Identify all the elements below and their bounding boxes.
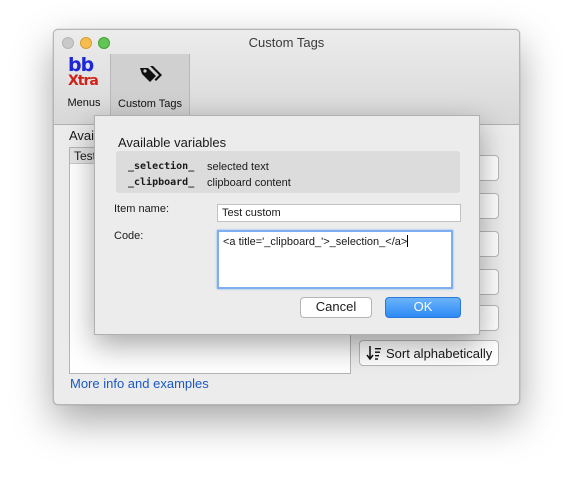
text-caret [407, 235, 409, 247]
sort-alphabetically-button[interactable]: Sort alphabetically [359, 340, 499, 366]
item-name-field[interactable]: Test custom [217, 204, 461, 222]
more-info-link[interactable]: More info and examples [70, 376, 209, 391]
available-variables-heading: Available variables [118, 135, 227, 150]
code-label: Code: [114, 230, 144, 242]
available-tags-label: Avail [69, 128, 97, 143]
cancel-button[interactable]: Cancel [300, 297, 372, 318]
title-bar: Custom Tags bb Xtra Menus Custom Tags [54, 30, 519, 125]
item-name-value: Test custom [222, 207, 281, 219]
toolbar-custom-tags-label: Custom Tags [118, 98, 182, 110]
edit-tag-dialog: Available variables _selection_ selected… [94, 115, 480, 335]
window-title: Custom Tags [248, 35, 325, 50]
tag-icon [140, 66, 162, 82]
sort-icon [366, 346, 381, 361]
variable-name: _clipboard_ [128, 177, 195, 188]
toolbar-menus-label: Menus [67, 97, 101, 109]
variable-description: clipboard content [207, 177, 291, 189]
bbxtra-logo-icon: bb Xtra [68, 54, 108, 94]
variable-description: selected text [207, 161, 269, 173]
variables-box: _selection_ selected text _clipboard_ cl… [116, 151, 460, 193]
toolbar-custom-tags-button[interactable]: Custom Tags [110, 54, 190, 120]
toolbar-menus-button[interactable]: bb Xtra Menus [58, 54, 110, 112]
ok-button[interactable]: OK [385, 297, 461, 318]
sort-button-label: Sort alphabetically [386, 345, 493, 361]
item-name-label: Item name: [114, 203, 170, 215]
code-textarea[interactable]: <a title='_clipboard_'>_selection_</a> [217, 230, 453, 289]
variable-name: _selection_ [128, 161, 195, 172]
code-value: <a title='_clipboard_'>_selection_</a> [223, 236, 408, 248]
logo-xtra-text: Xtra [68, 73, 99, 89]
